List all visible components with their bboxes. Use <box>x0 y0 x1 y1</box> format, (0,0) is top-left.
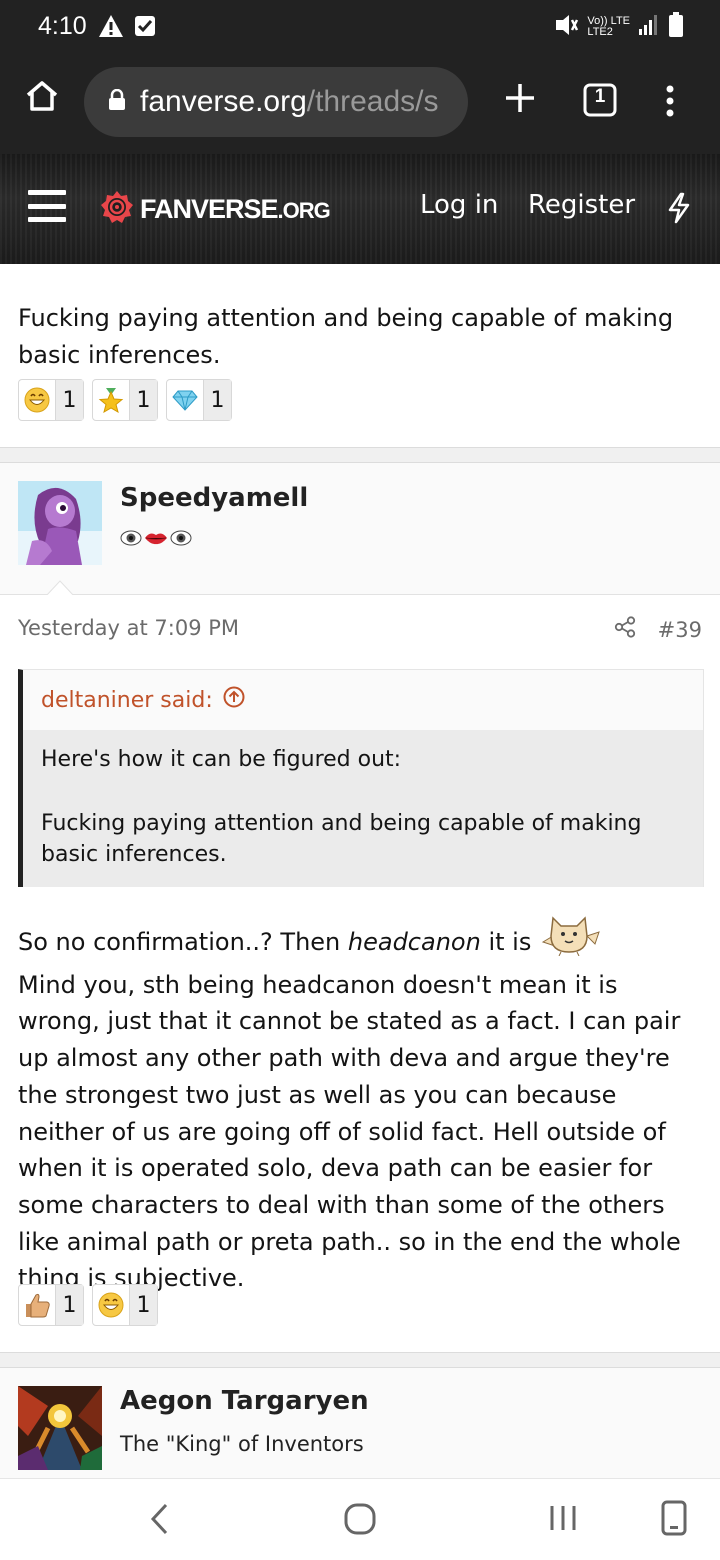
lips-icon <box>144 529 168 551</box>
eye-icon <box>120 529 142 551</box>
vibrate-icon <box>553 12 579 42</box>
quote-line2: Fucking paying attention and being capab… <box>41 810 642 868</box>
post2-reactions: 1 1 <box>18 1284 158 1326</box>
url-bar[interactable]: fanverse.org/threads/s <box>84 67 468 137</box>
reaction-thumbs-up[interactable]: 1 <box>18 1284 84 1326</box>
new-tab-icon[interactable] <box>504 82 536 118</box>
body-text: Mind you, sth being headcanon doesn't me… <box>18 970 681 1293</box>
avatar[interactable] <box>18 1386 102 1470</box>
post2-body: So no confirmation..? Then headcanon it … <box>18 912 706 1297</box>
post2-username[interactable]: Speedyamell <box>120 483 308 513</box>
tab-count: 1 <box>594 86 606 107</box>
register-link[interactable]: Register <box>528 190 635 220</box>
warning-icon <box>98 14 124 42</box>
tab-switcher-icon[interactable]: 1 <box>583 83 617 121</box>
reaction-count: 1 <box>203 380 231 420</box>
home-icon[interactable] <box>24 78 60 118</box>
logo-text: FANVERSE.ORG <box>140 193 331 225</box>
post2-timestamp[interactable]: Yesterday at 7:09 PM <box>18 616 239 640</box>
url-path: /threads/s <box>306 85 439 118</box>
arrow-up-circle-icon[interactable] <box>223 686 245 714</box>
post3-username[interactable]: Aegon Targaryen <box>120 1386 369 1416</box>
thread-content: Fucking paying attention and being capab… <box>0 264 720 1478</box>
cat-smiley-icon <box>539 912 601 967</box>
battery-icon <box>668 12 684 42</box>
checkbox-icon <box>134 14 156 42</box>
post2-user-block: Speedyamell <box>0 463 720 595</box>
url-text: fanverse.org/threads/s <box>140 85 439 119</box>
site-header: FANVERSE.ORG Log in Register <box>0 154 720 264</box>
post2-meta-actions: #39 <box>614 616 702 643</box>
home-circle-icon[interactable] <box>344 1503 376 1539</box>
login-link[interactable]: Log in <box>420 190 498 220</box>
quote-line1: Here's how it can be figured out: <box>41 747 402 772</box>
body-emphasis: headcanon <box>347 928 481 956</box>
star-medal-icon <box>93 380 129 420</box>
diamond-icon <box>167 380 203 420</box>
signal-icon <box>638 13 660 41</box>
grin-emoji-icon <box>93 1285 129 1325</box>
quote-block: deltaniner said: Here's how it can be fi… <box>18 669 704 887</box>
system-nav-bar <box>0 1478 720 1560</box>
reaction-count: 1 <box>129 380 157 420</box>
body-text: it is <box>480 928 532 956</box>
post-separator <box>0 447 720 463</box>
hamburger-icon[interactable] <box>28 190 66 222</box>
recents-icon[interactable] <box>548 1503 578 1537</box>
user-title-icons <box>120 529 192 551</box>
reaction-count: 1 <box>55 1285 83 1325</box>
reaction-diamond[interactable]: 1 <box>166 379 232 421</box>
volte-sub: LTE2 <box>587 26 613 38</box>
bolt-icon[interactable] <box>666 192 692 228</box>
reaction-grin[interactable]: 1 <box>92 1284 158 1326</box>
browser-toolbar: fanverse.org/threads/s 1 <box>0 56 720 154</box>
url-host: fanverse.org <box>140 85 307 118</box>
grin-emoji-icon <box>19 380 55 420</box>
site-logo[interactable]: FANVERSE.ORG <box>100 190 331 228</box>
reaction-star[interactable]: 1 <box>92 379 158 421</box>
post1-reactions: 1 1 1 <box>18 379 232 421</box>
logo-main: FANVERSE <box>140 193 279 224</box>
logo-tld: .ORG <box>277 197 331 223</box>
screen-icon[interactable] <box>660 1499 688 1541</box>
avatar[interactable] <box>18 481 102 565</box>
share-icon[interactable] <box>614 616 636 643</box>
message-pointer <box>46 580 74 596</box>
thumbs-up-icon <box>19 1285 55 1325</box>
eye-icon <box>170 529 192 551</box>
status-bar: 4:10 Vo)) LTE LTE2 <box>0 0 720 56</box>
post1-text: Fucking paying attention and being capab… <box>18 304 674 369</box>
lock-icon <box>108 88 126 115</box>
post-separator <box>0 1352 720 1368</box>
body-text: So no confirmation..? Then <box>18 928 348 956</box>
volte-icon: Vo)) LTE LTE2 <box>587 16 630 38</box>
kebab-menu-icon[interactable] <box>664 84 676 122</box>
quote-author: deltaniner said: <box>41 687 213 713</box>
quote-header[interactable]: deltaniner said: <box>23 670 703 730</box>
back-icon[interactable] <box>148 1501 170 1541</box>
quote-body: Here's how it can be figured out: Fuckin… <box>23 730 703 887</box>
reaction-count: 1 <box>55 380 83 420</box>
status-time: 4:10 <box>38 12 87 40</box>
logo-icon <box>100 190 134 228</box>
reaction-count: 1 <box>129 1285 157 1325</box>
post3-user-block: Aegon Targaryen The "King" of Inventors <box>0 1368 720 1478</box>
reaction-grin[interactable]: 1 <box>18 379 84 421</box>
post3-user-title: The "King" of Inventors <box>120 1432 364 1456</box>
post-number[interactable]: #39 <box>658 618 702 642</box>
